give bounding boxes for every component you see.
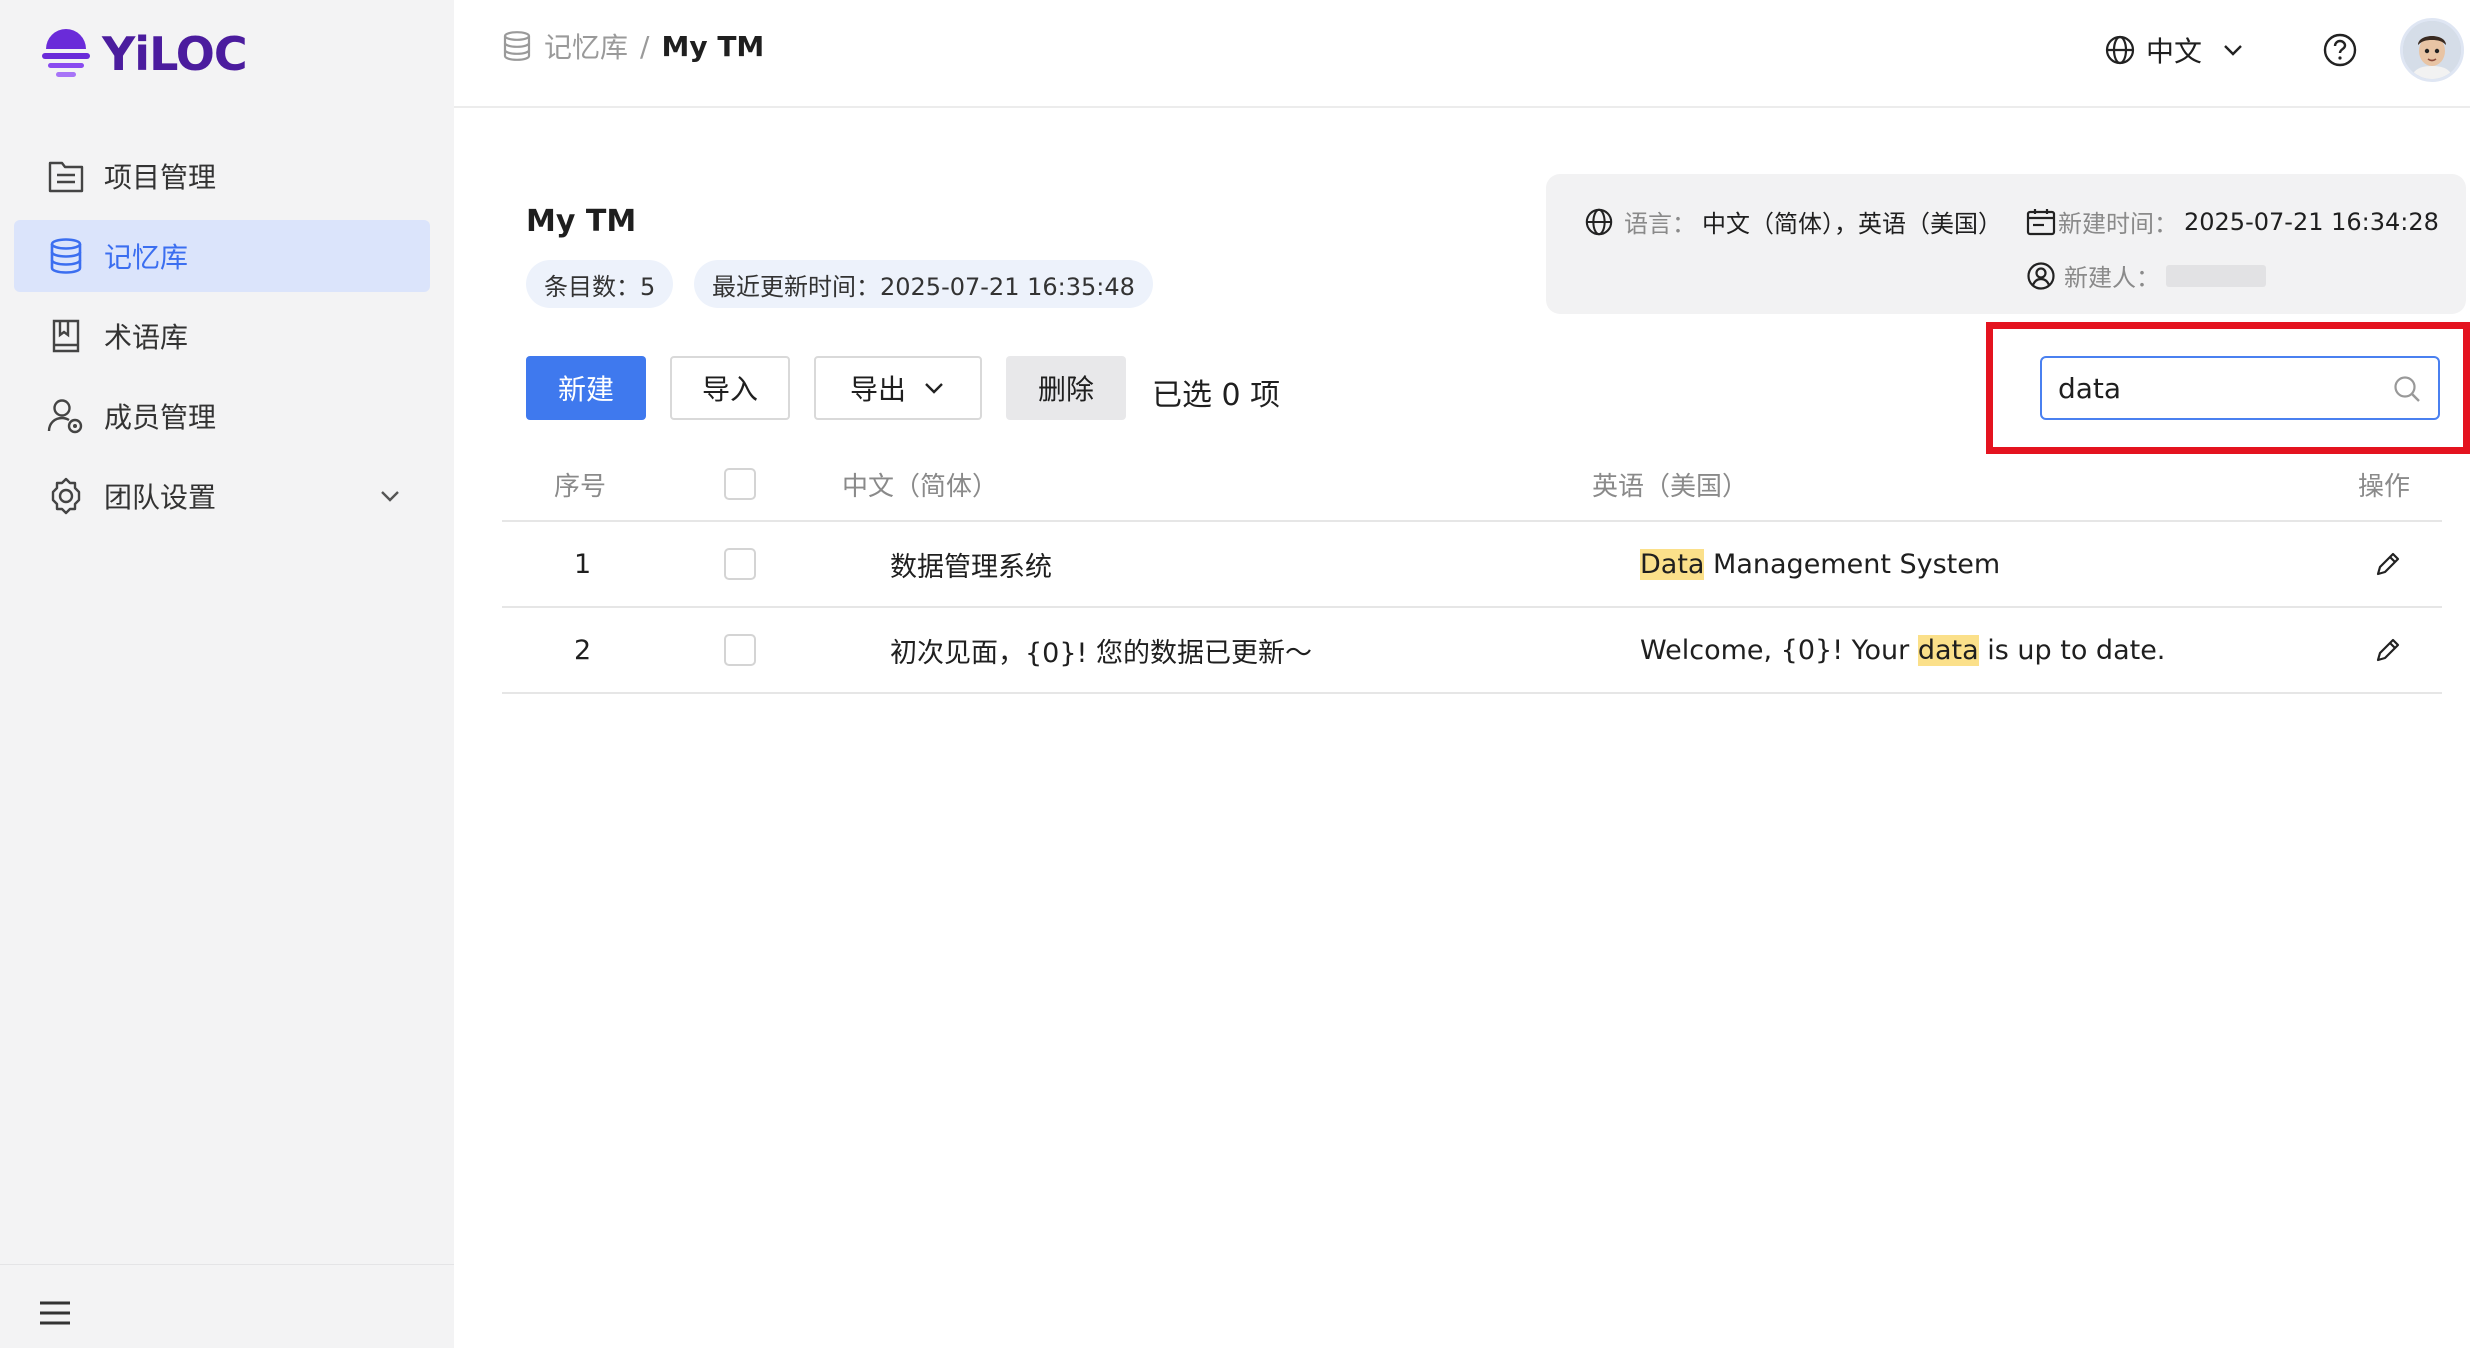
folder-list-icon — [46, 156, 86, 196]
sidebar-item-label: 团队设置 — [104, 481, 217, 514]
user-settings-icon — [46, 396, 86, 436]
page-title: My TM — [526, 204, 637, 239]
chevron-down-icon[interactable] — [376, 482, 404, 510]
created-time-label: 新建时间： — [2058, 210, 2178, 238]
tm-entries-table: 序号 中文（简体） 英语（美国） 操作 1 数据管理系统 Data Manage… — [502, 448, 2442, 694]
sidebar-item-memory[interactable]: 记忆库 — [14, 220, 430, 292]
target-text[interactable]: Data Management System — [1640, 522, 2000, 606]
sidebar-item-terms[interactable]: 术语库 — [14, 300, 430, 372]
help-circle-icon[interactable] — [2322, 32, 2358, 68]
pencil-icon — [2376, 552, 2400, 576]
database-icon — [503, 31, 531, 61]
book-icon — [46, 316, 86, 356]
language-info: 语言： 中文（简体），英语（美国） — [1584, 204, 2002, 239]
language-switcher[interactable]: 中文 — [2104, 30, 2246, 70]
creator-name-redacted — [2166, 264, 2266, 287]
selected-count: 已选 0 项 — [1152, 378, 1281, 413]
top-header: 记忆库 / My TM 中文 — [454, 0, 2470, 108]
column-header-index: 序号 — [554, 471, 607, 502]
table-header: 序号 中文（简体） 英语（美国） 操作 — [502, 448, 2442, 522]
chevron-down-icon — [2224, 45, 2242, 56]
export-label: 导出 — [849, 373, 906, 406]
search-match-highlight: Data — [1640, 548, 1705, 580]
breadcrumb: 记忆库 / My TM — [502, 26, 764, 66]
breadcrumb-separator: / — [640, 29, 650, 63]
sidebar-divider — [0, 1264, 454, 1265]
breadcrumb-parent-link[interactable]: 记忆库 — [544, 26, 628, 66]
logo-icon — [42, 29, 90, 77]
export-dropdown-button[interactable]: 导出 — [814, 356, 982, 420]
calendar-icon — [2026, 208, 2056, 235]
column-header-target: 英语（美国） — [1592, 471, 1749, 502]
annotation-highlight-box — [1986, 322, 2470, 454]
row-index: 2 — [574, 634, 592, 666]
target-text-post: is up to date. — [1978, 634, 2166, 666]
sidebar-item-label: 成员管理 — [104, 401, 217, 434]
sidebar-item-team-settings[interactable]: 团队设置 — [14, 460, 430, 532]
sidebar-item-projects[interactable]: 项目管理 — [14, 140, 430, 212]
user-avatar[interactable] — [2400, 18, 2464, 82]
target-text-post: Management System — [1704, 548, 2001, 580]
delete-button[interactable]: 删除 — [1006, 356, 1126, 420]
import-button[interactable]: 导入 — [670, 356, 790, 420]
target-text-pre: Welcome, {0}! Your — [1640, 634, 1918, 666]
chevron-down-icon — [925, 383, 943, 394]
created-time-info: 新建时间： 2025-07-21 16:34:28 — [2026, 204, 2439, 239]
logo-text: YiLOC — [102, 27, 248, 81]
language-info-label: 语言： — [1624, 210, 1696, 238]
new-button[interactable]: 新建 — [526, 356, 646, 420]
created-time-value: 2025-07-21 16:34:28 — [2184, 207, 2439, 236]
user-circle-icon — [2027, 261, 2055, 290]
menu-icon[interactable] — [38, 1300, 72, 1326]
search-match-highlight: data — [1917, 634, 1979, 666]
last-updated-badge: 最近更新时间：2025-07-21 16:35:48 — [694, 260, 1153, 308]
creator-info: 新建人： — [2026, 258, 2266, 293]
row-index: 1 — [574, 548, 592, 580]
source-text[interactable]: 初次见面，{0}! 您的数据已更新～ — [890, 608, 1312, 692]
language-label: 中文 — [2146, 35, 2203, 68]
sidebar-item-label: 记忆库 — [104, 241, 189, 274]
database-icon — [46, 236, 86, 276]
avatar-image — [2403, 21, 2461, 79]
tm-info-card: 语言： 中文（简体），英语（美国） 新建时间： 2025-07-21 16:34… — [1546, 174, 2466, 314]
gear-icon — [46, 476, 86, 516]
sidebar-nav: 项目管理 记忆库 术语库 成员管理 团队设置 — [14, 140, 430, 540]
select-all-checkbox[interactable] — [724, 448, 756, 520]
row-checkbox[interactable] — [724, 522, 756, 606]
column-header-source: 中文（简体） — [842, 471, 999, 502]
table-row: 2 初次见面，{0}! 您的数据已更新～ Welcome, {0}! Your … — [502, 608, 2442, 694]
edit-button[interactable] — [2374, 522, 2402, 606]
edit-button[interactable] — [2374, 608, 2402, 692]
target-text[interactable]: Welcome, {0}! Your data is up to date. — [1640, 608, 2165, 692]
table-row: 1 数据管理系统 Data Management System — [502, 522, 2442, 608]
breadcrumb-current: My TM — [661, 29, 765, 63]
language-info-value: 中文（简体），英语（美国） — [1702, 210, 2002, 238]
source-text[interactable]: 数据管理系统 — [890, 522, 1052, 606]
entry-count-badge: 条目数：5 — [526, 260, 674, 308]
sidebar-item-members[interactable]: 成员管理 — [14, 380, 430, 452]
creator-label: 新建人： — [2064, 264, 2160, 292]
pencil-icon — [2376, 638, 2400, 662]
main-content: My TM 条目数：5 最近更新时间：2025-07-21 16:35:48 语… — [454, 108, 2470, 1348]
row-checkbox[interactable] — [724, 608, 756, 692]
sidebar-item-label: 术语库 — [104, 321, 189, 354]
sidebar: YiLOC 项目管理 记忆库 术语库 成员管理 团队设置 — [0, 0, 454, 1348]
sidebar-item-label: 项目管理 — [104, 161, 217, 194]
column-header-actions: 操作 — [2358, 471, 2411, 502]
globe-icon — [2105, 35, 2135, 65]
logo[interactable]: YiLOC — [40, 22, 248, 86]
globe-icon — [1585, 208, 1613, 235]
